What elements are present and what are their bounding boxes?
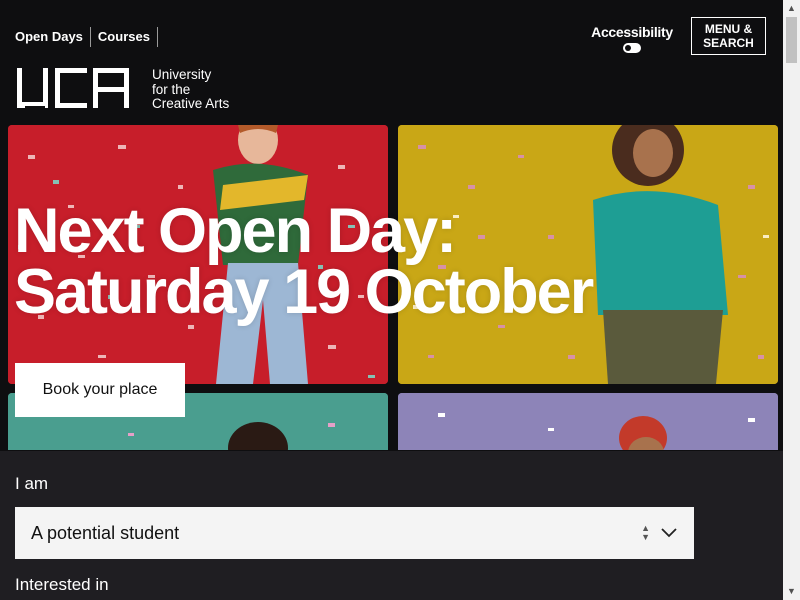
scrollbar-thumb[interactable]	[786, 17, 797, 63]
accessibility-toggle[interactable]: Accessibility	[590, 24, 674, 58]
page-scrollbar[interactable]: ▲ ▼	[783, 0, 800, 600]
i-am-label: I am	[15, 474, 49, 493]
top-nav: Open Days Courses	[8, 27, 158, 47]
menu-label-line1: MENU &	[704, 22, 753, 36]
menu-search-button[interactable]: MENU & SEARCH	[691, 17, 766, 55]
scroll-down-arrow-icon[interactable]: ▼	[783, 583, 800, 600]
logo-text: University for the Creative Arts	[152, 67, 230, 112]
logo-line3: Creative Arts	[152, 96, 230, 111]
logo-line1: University	[152, 67, 212, 82]
hero-title-line1: Next Open Day:	[14, 196, 457, 266]
i-am-select[interactable]: A potential student ▲ ▼	[15, 507, 694, 559]
uca-logo[interactable]: University for the Creative Arts	[17, 67, 230, 112]
nav-open-days-link[interactable]: Open Days	[8, 27, 91, 47]
menu-label-line2: SEARCH	[703, 36, 754, 50]
nav-courses-link[interactable]: Courses	[91, 27, 158, 47]
hero-title: Next Open Day: Saturday 19 October	[14, 196, 594, 327]
logo-line2: for the	[152, 81, 191, 97]
interested-in-label: Interested in	[15, 575, 109, 594]
book-your-place-button[interactable]: Book your place	[15, 363, 185, 417]
hero-banner: Next Open Day: Saturday 19 October Book …	[8, 125, 778, 450]
uca-logo-mark-icon	[17, 68, 129, 108]
i-am-select-value: A potential student	[31, 523, 180, 543]
scroll-up-arrow-icon[interactable]: ▲	[783, 0, 800, 17]
accessibility-label: Accessibility	[591, 24, 673, 40]
select-stepper-icon: ▲ ▼	[641, 523, 650, 542]
toggle-switch-icon[interactable]	[623, 43, 641, 53]
hero-title-line2: Saturday 19 October	[14, 257, 594, 327]
chevron-down-icon	[661, 528, 677, 538]
hero-image-lilac	[398, 393, 778, 450]
student-confetti-image-4	[398, 393, 778, 450]
course-finder-panel: I am A potential student ▲ ▼ Interested i…	[0, 451, 783, 600]
